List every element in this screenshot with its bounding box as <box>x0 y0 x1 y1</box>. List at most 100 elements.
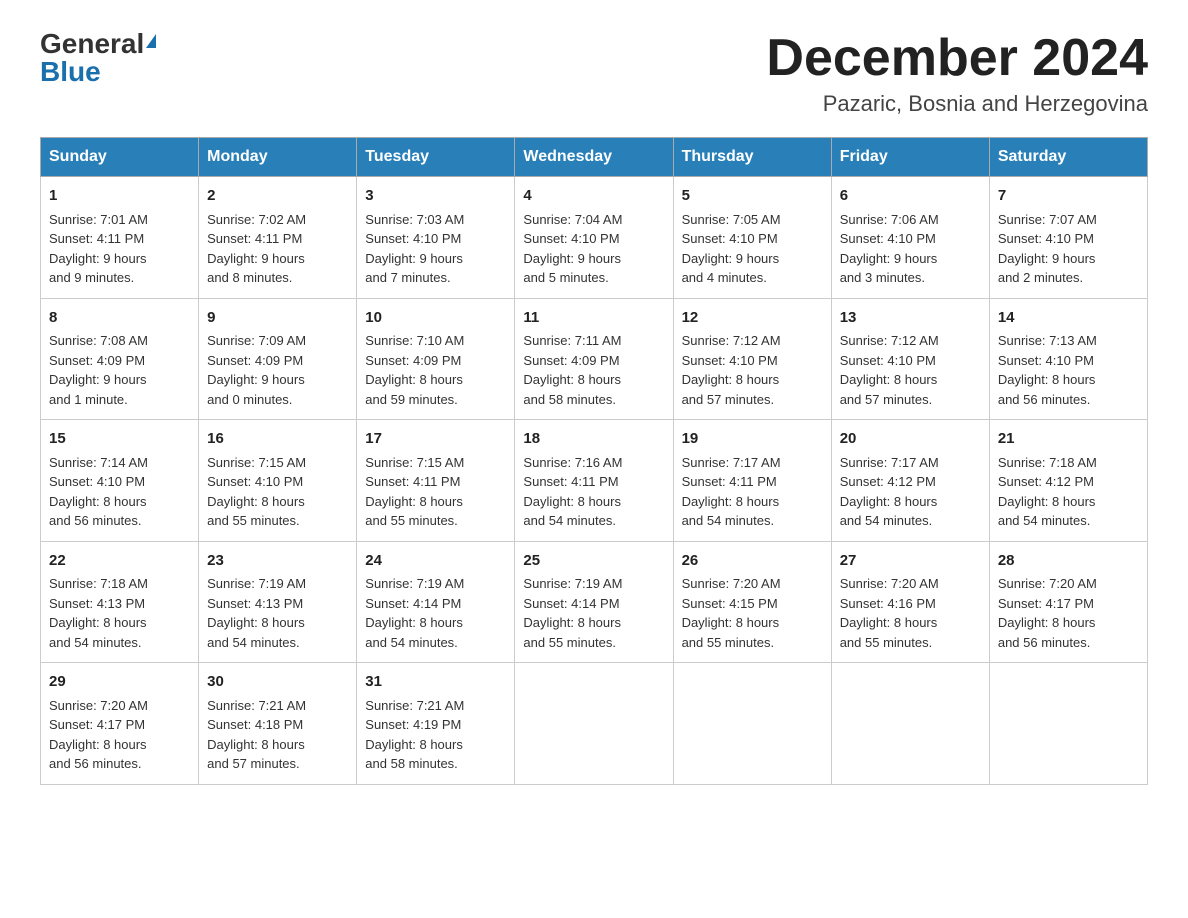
calendar-cell: 3 Sunrise: 7:03 AM Sunset: 4:10 PM Daylig… <box>357 177 515 299</box>
calendar-cell: 15 Sunrise: 7:14 AM Sunset: 4:10 PM Dayli… <box>41 420 199 542</box>
day-info: Sunrise: 7:10 AM Sunset: 4:09 PM Dayligh… <box>365 333 464 407</box>
day-info: Sunrise: 7:20 AM Sunset: 4:17 PM Dayligh… <box>49 698 148 772</box>
day-number: 16 <box>207 428 348 451</box>
weekday-header-row: SundayMondayTuesdayWednesdayThursdayFrid… <box>41 138 1148 177</box>
week-row-3: 15 Sunrise: 7:14 AM Sunset: 4:10 PM Dayli… <box>41 420 1148 542</box>
calendar-cell: 27 Sunrise: 7:20 AM Sunset: 4:16 PM Dayli… <box>831 541 989 663</box>
week-row-5: 29 Sunrise: 7:20 AM Sunset: 4:17 PM Dayli… <box>41 663 1148 785</box>
day-number: 1 <box>49 185 190 208</box>
day-number: 18 <box>523 428 664 451</box>
day-info: Sunrise: 7:19 AM Sunset: 4:14 PM Dayligh… <box>523 576 622 650</box>
calendar-cell <box>989 663 1147 785</box>
weekday-header-saturday: Saturday <box>989 138 1147 177</box>
day-info: Sunrise: 7:05 AM Sunset: 4:10 PM Dayligh… <box>682 212 781 286</box>
day-number: 15 <box>49 428 190 451</box>
calendar-cell: 5 Sunrise: 7:05 AM Sunset: 4:10 PM Daylig… <box>673 177 831 299</box>
day-number: 5 <box>682 185 823 208</box>
week-row-2: 8Sunrise: 7:08 AM Sunset: 4:09 PM Daylig… <box>41 298 1148 420</box>
day-info: Sunrise: 7:12 AM Sunset: 4:10 PM Dayligh… <box>682 333 781 407</box>
calendar-cell: 6 Sunrise: 7:06 AM Sunset: 4:10 PM Daylig… <box>831 177 989 299</box>
calendar-cell: 16Sunrise: 7:15 AM Sunset: 4:10 PM Dayli… <box>199 420 357 542</box>
day-info: Sunrise: 7:15 AM Sunset: 4:11 PM Dayligh… <box>365 455 464 529</box>
logo-triangle-icon <box>146 34 156 48</box>
day-number: 2 <box>207 185 348 208</box>
calendar-cell: 28 Sunrise: 7:20 AM Sunset: 4:17 PM Dayli… <box>989 541 1147 663</box>
day-number: 8 <box>49 307 190 330</box>
day-info: Sunrise: 7:20 AM Sunset: 4:16 PM Dayligh… <box>840 576 939 650</box>
day-number: 6 <box>840 185 981 208</box>
calendar-cell: 11 Sunrise: 7:11 AM Sunset: 4:09 PM Dayli… <box>515 298 673 420</box>
calendar-cell: 22Sunrise: 7:18 AM Sunset: 4:13 PM Dayli… <box>41 541 199 663</box>
day-info: Sunrise: 7:17 AM Sunset: 4:12 PM Dayligh… <box>840 455 939 529</box>
day-number: 28 <box>998 550 1139 573</box>
title-block: December 2024 Pazaric, Bosnia and Herzeg… <box>766 30 1148 117</box>
day-info: Sunrise: 7:07 AM Sunset: 4:10 PM Dayligh… <box>998 212 1097 286</box>
calendar-cell: 14 Sunrise: 7:13 AM Sunset: 4:10 PM Dayli… <box>989 298 1147 420</box>
day-number: 26 <box>682 550 823 573</box>
day-info: Sunrise: 7:01 AM Sunset: 4:11 PM Dayligh… <box>49 212 148 286</box>
day-number: 12 <box>682 307 823 330</box>
calendar-cell: 29 Sunrise: 7:20 AM Sunset: 4:17 PM Dayli… <box>41 663 199 785</box>
day-info: Sunrise: 7:13 AM Sunset: 4:10 PM Dayligh… <box>998 333 1097 407</box>
day-info: Sunrise: 7:21 AM Sunset: 4:19 PM Dayligh… <box>365 698 464 772</box>
calendar-cell: 23 Sunrise: 7:19 AM Sunset: 4:13 PM Dayli… <box>199 541 357 663</box>
logo-general: General <box>40 30 144 58</box>
calendar-cell: 8Sunrise: 7:08 AM Sunset: 4:09 PM Daylig… <box>41 298 199 420</box>
day-number: 31 <box>365 671 506 694</box>
day-number: 7 <box>998 185 1139 208</box>
day-number: 23 <box>207 550 348 573</box>
day-number: 19 <box>682 428 823 451</box>
calendar-cell: 13 Sunrise: 7:12 AM Sunset: 4:10 PM Dayli… <box>831 298 989 420</box>
calendar-cell: 4 Sunrise: 7:04 AM Sunset: 4:10 PM Daylig… <box>515 177 673 299</box>
day-number: 30 <box>207 671 348 694</box>
weekday-header-sunday: Sunday <box>41 138 199 177</box>
calendar-cell: 24Sunrise: 7:19 AM Sunset: 4:14 PM Dayli… <box>357 541 515 663</box>
day-number: 11 <box>523 307 664 330</box>
day-number: 25 <box>523 550 664 573</box>
day-info: Sunrise: 7:17 AM Sunset: 4:11 PM Dayligh… <box>682 455 781 529</box>
weekday-header-thursday: Thursday <box>673 138 831 177</box>
calendar-cell: 21Sunrise: 7:18 AM Sunset: 4:12 PM Dayli… <box>989 420 1147 542</box>
day-number: 13 <box>840 307 981 330</box>
day-number: 20 <box>840 428 981 451</box>
day-info: Sunrise: 7:04 AM Sunset: 4:10 PM Dayligh… <box>523 212 622 286</box>
calendar-cell: 31 Sunrise: 7:21 AM Sunset: 4:19 PM Dayli… <box>357 663 515 785</box>
location-title: Pazaric, Bosnia and Herzegovina <box>766 91 1148 117</box>
day-info: Sunrise: 7:14 AM Sunset: 4:10 PM Dayligh… <box>49 455 148 529</box>
calendar-cell <box>515 663 673 785</box>
calendar-cell: 7 Sunrise: 7:07 AM Sunset: 4:10 PM Daylig… <box>989 177 1147 299</box>
calendar-cell: 26Sunrise: 7:20 AM Sunset: 4:15 PM Dayli… <box>673 541 831 663</box>
calendar-table: SundayMondayTuesdayWednesdayThursdayFrid… <box>40 137 1148 785</box>
day-number: 24 <box>365 550 506 573</box>
weekday-header-monday: Monday <box>199 138 357 177</box>
day-info: Sunrise: 7:19 AM Sunset: 4:13 PM Dayligh… <box>207 576 306 650</box>
calendar-cell: 17 Sunrise: 7:15 AM Sunset: 4:11 PM Dayli… <box>357 420 515 542</box>
day-number: 17 <box>365 428 506 451</box>
day-number: 9 <box>207 307 348 330</box>
day-number: 29 <box>49 671 190 694</box>
calendar-cell: 12 Sunrise: 7:12 AM Sunset: 4:10 PM Dayli… <box>673 298 831 420</box>
calendar-cell: 2 Sunrise: 7:02 AM Sunset: 4:11 PM Daylig… <box>199 177 357 299</box>
day-info: Sunrise: 7:11 AM Sunset: 4:09 PM Dayligh… <box>523 333 621 407</box>
calendar-cell: 18 Sunrise: 7:16 AM Sunset: 4:11 PM Dayli… <box>515 420 673 542</box>
day-number: 27 <box>840 550 981 573</box>
day-info: Sunrise: 7:12 AM Sunset: 4:10 PM Dayligh… <box>840 333 939 407</box>
day-info: Sunrise: 7:20 AM Sunset: 4:17 PM Dayligh… <box>998 576 1097 650</box>
day-info: Sunrise: 7:02 AM Sunset: 4:11 PM Dayligh… <box>207 212 306 286</box>
calendar-cell: 25 Sunrise: 7:19 AM Sunset: 4:14 PM Dayli… <box>515 541 673 663</box>
day-info: Sunrise: 7:06 AM Sunset: 4:10 PM Dayligh… <box>840 212 939 286</box>
day-number: 4 <box>523 185 664 208</box>
calendar-cell: 30Sunrise: 7:21 AM Sunset: 4:18 PM Dayli… <box>199 663 357 785</box>
day-number: 14 <box>998 307 1139 330</box>
calendar-cell: 19 Sunrise: 7:17 AM Sunset: 4:11 PM Dayli… <box>673 420 831 542</box>
logo-blue: Blue <box>40 58 101 86</box>
day-number: 3 <box>365 185 506 208</box>
weekday-header-tuesday: Tuesday <box>357 138 515 177</box>
calendar-cell <box>673 663 831 785</box>
calendar-cell: 9Sunrise: 7:09 AM Sunset: 4:09 PM Daylig… <box>199 298 357 420</box>
day-number: 10 <box>365 307 506 330</box>
day-info: Sunrise: 7:03 AM Sunset: 4:10 PM Dayligh… <box>365 212 464 286</box>
day-info: Sunrise: 7:16 AM Sunset: 4:11 PM Dayligh… <box>523 455 622 529</box>
week-row-4: 22Sunrise: 7:18 AM Sunset: 4:13 PM Dayli… <box>41 541 1148 663</box>
calendar-cell: 10 Sunrise: 7:10 AM Sunset: 4:09 PM Dayli… <box>357 298 515 420</box>
